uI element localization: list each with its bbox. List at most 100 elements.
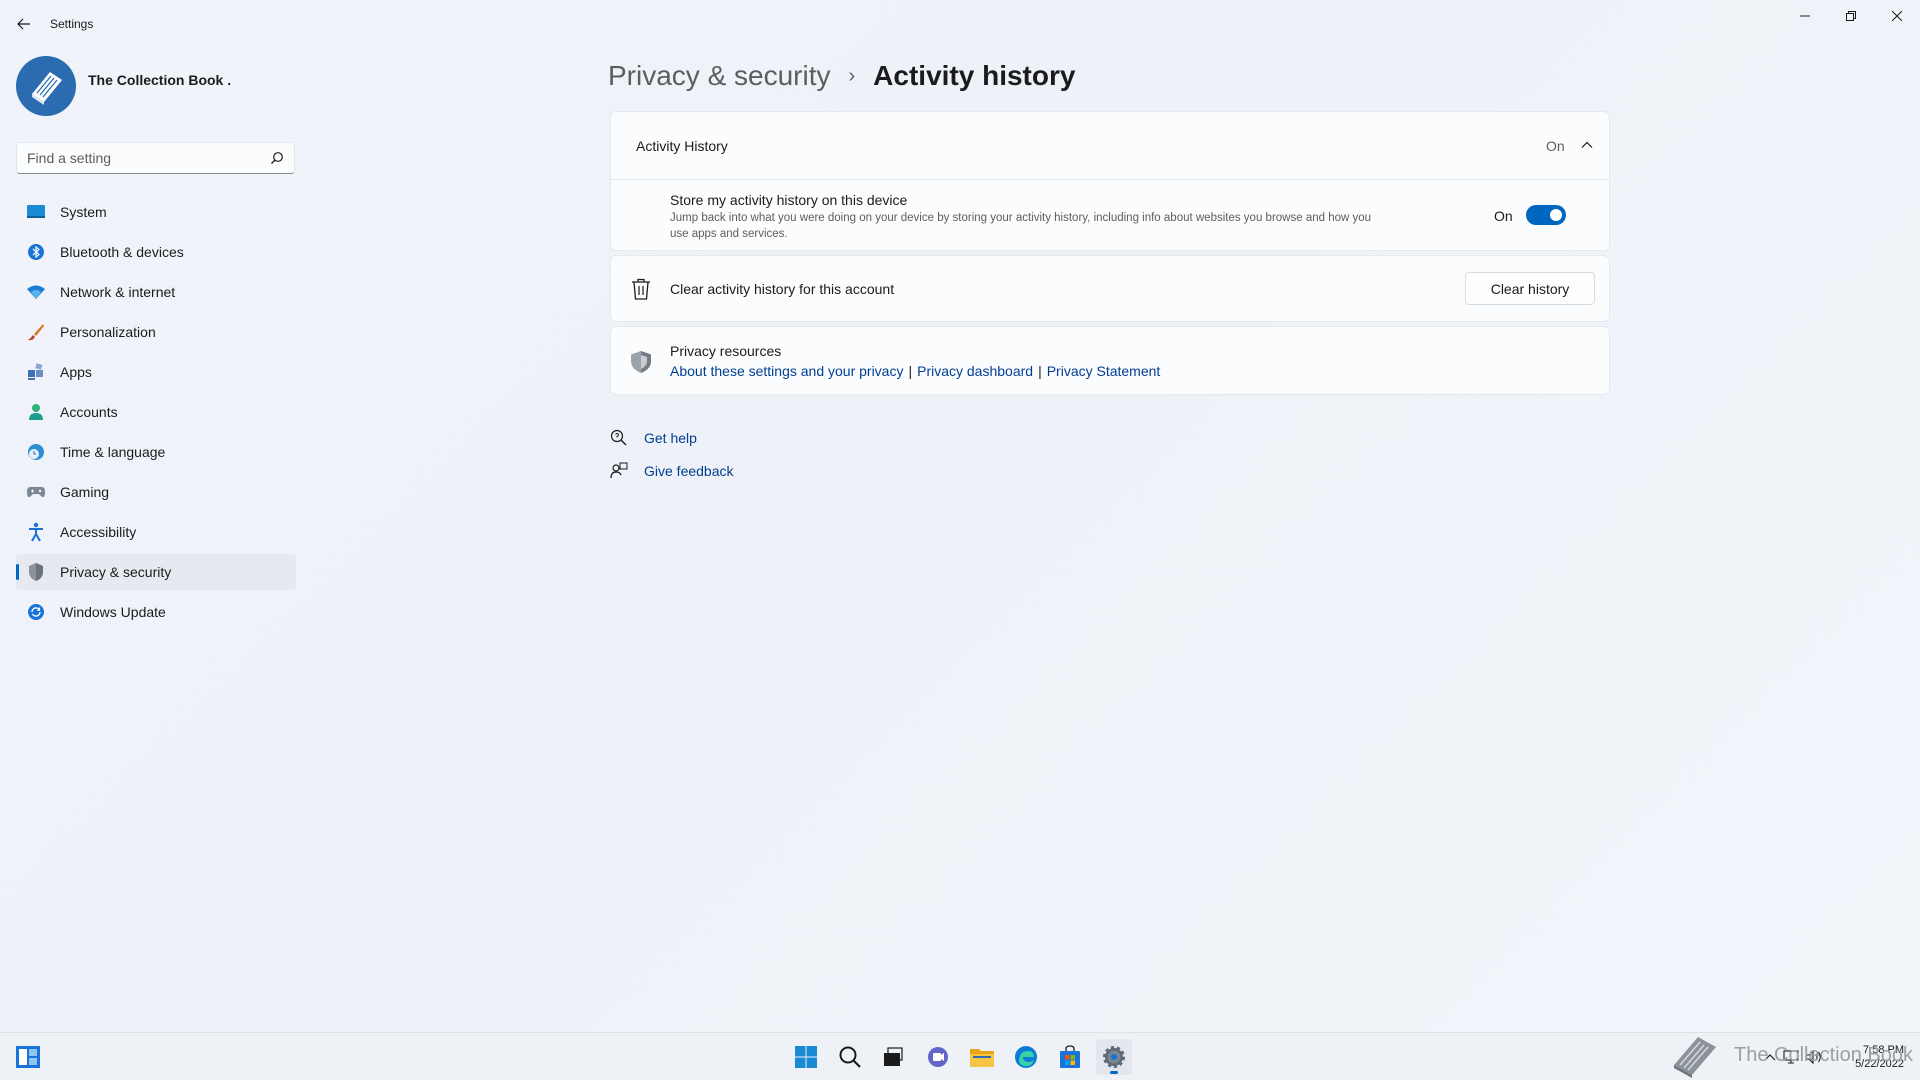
link-separator: | [1038,363,1042,379]
sidebar-item-windows-update[interactable]: Windows Update [16,594,296,630]
taskbar: 7:58 PM 5/22/2022 [0,1032,1920,1080]
sidebar-item-bluetooth[interactable]: Bluetooth & devices [16,234,296,270]
toggle-knob [1550,209,1562,221]
watermark: The Collection Book [1668,1030,1920,1080]
brush-icon [26,323,46,341]
restore-button[interactable] [1828,0,1874,32]
start-icon [795,1046,817,1068]
give-feedback-label: Give feedback [644,463,734,479]
chat-icon [928,1047,948,1067]
book-logo-icon [1674,1037,1716,1078]
book-icon [32,72,62,105]
activity-history-header[interactable]: Activity History On [611,112,1609,180]
activity-history-state: On [1546,138,1565,154]
privacy-links: About these settings and your privacy | … [670,363,1160,379]
bluetooth-icon [26,243,46,261]
sidebar-item-time-language[interactable]: Time & language [16,434,296,470]
feedback-icon [610,462,628,480]
store-activity-toggle-state: On [1494,208,1513,224]
file-explorer-button[interactable] [964,1039,1000,1075]
title-bar: Settings [0,0,1920,48]
task-view-button[interactable] [874,1039,910,1075]
sidebar-item-label: Gaming [60,484,110,500]
search-icon [839,1046,861,1068]
store-activity-description: Jump back into what you were doing on yo… [670,212,1372,240]
accessibility-icon [26,522,46,542]
store-icon [1060,1045,1080,1068]
edge-icon [1015,1046,1037,1068]
avatar[interactable] [16,56,76,116]
sidebar-item-label: Personalization [60,324,156,340]
app-title: Settings [50,17,94,31]
close-icon [1892,11,1902,21]
widgets-icon [16,1046,40,1068]
trash-icon [632,278,650,300]
sidebar-nav: System Bluetooth & devices Network & int… [16,194,296,634]
system-icon [26,203,46,221]
search-box[interactable] [16,142,295,174]
apps-icon [26,363,46,381]
sidebar-item-accounts[interactable]: Accounts [16,394,296,430]
store-activity-toggle[interactable] [1526,205,1566,225]
sidebar-item-privacy-security[interactable]: Privacy & security [16,554,296,590]
privacy-dashboard-link[interactable]: Privacy dashboard [917,363,1033,379]
shield-icon [631,351,651,373]
sidebar-item-label: Time & language [60,444,166,460]
sidebar-item-label: Accessibility [60,524,137,540]
settings-icon [1103,1046,1125,1068]
chat-button[interactable] [920,1039,956,1075]
breadcrumb-parent[interactable]: Privacy & security [608,60,831,92]
taskbar-search-button[interactable] [832,1039,868,1075]
store-button[interactable] [1052,1039,1088,1075]
about-privacy-link[interactable]: About these settings and your privacy [670,363,903,379]
sidebar-item-label: Bluetooth & devices [60,244,184,260]
get-help-label: Get help [644,430,697,446]
get-help-link[interactable]: Get help [610,427,697,449]
breadcrumb: Privacy & security › Activity history [608,54,1075,98]
sidebar-item-gaming[interactable]: Gaming [16,474,296,510]
profile-name: The Collection Book . [88,72,232,88]
globe-clock-icon [26,443,46,461]
sidebar-item-label: Network & internet [60,284,176,300]
search-icon[interactable] [270,151,284,165]
back-button[interactable] [12,12,36,36]
edge-button[interactable] [1008,1039,1044,1075]
file-explorer-icon [970,1049,994,1067]
arrow-left-icon [17,18,30,30]
shield-icon [26,563,46,581]
sidebar-item-label: Accounts [60,404,118,420]
task-view-icon [884,1047,903,1066]
privacy-statement-link[interactable]: Privacy Statement [1047,363,1161,379]
gamepad-icon [26,483,46,501]
minimize-icon [1800,15,1810,17]
clear-history-button[interactable]: Clear history [1465,272,1595,305]
update-icon [26,603,46,621]
wifi-icon [26,283,46,301]
breadcrumb-separator: › [848,64,856,87]
start-button[interactable] [788,1039,824,1075]
sidebar-item-label: Windows Update [60,604,166,620]
sidebar-item-apps[interactable]: Apps [16,354,296,390]
widgets-button[interactable] [10,1039,46,1075]
sidebar-item-accessibility[interactable]: Accessibility [16,514,296,550]
settings-taskbar-button[interactable] [1096,1039,1132,1075]
clear-history-card: Clear activity history for this account … [610,255,1610,322]
chevron-up-icon[interactable] [1581,140,1593,150]
privacy-resources-title: Privacy resources [670,343,782,359]
clear-history-label: Clear activity history for this account [670,281,895,297]
help-icon [610,429,628,447]
sidebar-item-network[interactable]: Network & internet [16,274,296,310]
sidebar-item-label: Apps [60,364,92,380]
person-icon [26,403,46,421]
sidebar-item-label: Privacy & security [60,564,172,580]
store-activity-title: Store my activity history on this device [670,192,908,208]
watermark-text: The Collection Book [1734,1043,1913,1066]
search-input[interactable] [27,143,257,173]
sidebar-item-label: System [60,204,107,220]
sidebar-item-personalization[interactable]: Personalization [16,314,296,350]
minimize-button[interactable] [1782,0,1828,32]
close-button[interactable] [1874,0,1920,32]
give-feedback-link[interactable]: Give feedback [610,460,734,482]
sidebar-item-system[interactable]: System [16,194,296,230]
privacy-resources-card: Privacy resources About these settings a… [610,326,1610,395]
